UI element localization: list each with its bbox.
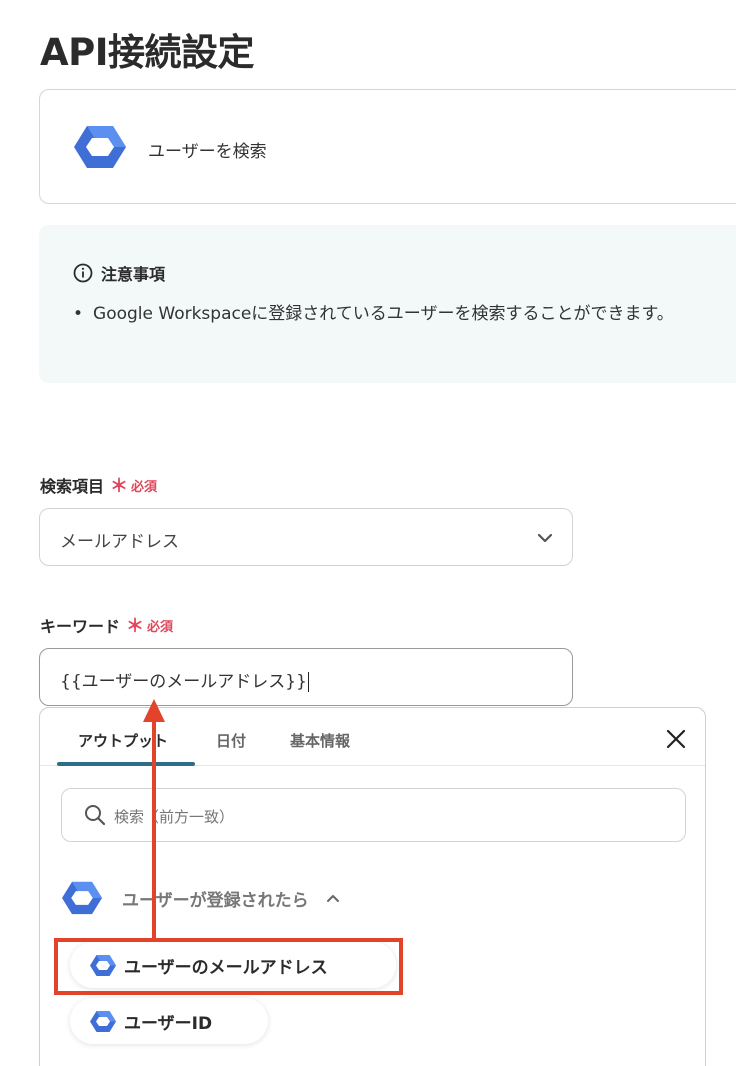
output-panel: アウトプット 日付 基本情報 検索（前方一致） ユーザーが登録されたら ユーザー… (39, 707, 706, 1066)
required-badge: ＊必須 (110, 476, 158, 497)
notice-bullet: • Google Workspaceに登録されているユーザーを検索することができま… (73, 304, 674, 324)
info-icon (73, 263, 93, 283)
action-card[interactable]: ユーザーを検索 (39, 89, 736, 204)
hexagon-logo-icon (74, 126, 126, 168)
keyword-value: {{ユーザーのメールアドレス}} (60, 672, 309, 692)
notice-heading: 注意事項 (73, 261, 165, 285)
action-label: ユーザーを検索 (148, 142, 267, 162)
notice-box: 注意事項 • Google Workspaceに登録されているユーザーを検索するこ… (39, 225, 736, 383)
group-title: ユーザーが登録されたら (122, 890, 309, 911)
annotation-highlight-box (54, 938, 403, 995)
required-badge: ＊必須 (126, 616, 174, 637)
select-value: メールアドレス (60, 532, 179, 552)
keyword-field-label: キーワード ＊必須 (40, 616, 174, 637)
tab-date[interactable]: 日付 (216, 730, 246, 751)
tab-underline (57, 762, 195, 766)
group-header[interactable]: ユーザーが登録されたら (62, 880, 341, 916)
chevron-up-icon (326, 895, 339, 902)
search-field-select[interactable]: メールアドレス (39, 508, 573, 566)
search-icon (85, 805, 106, 826)
page-title: API接続設定 (40, 31, 255, 74)
search-input[interactable]: 検索（前方一致） (61, 788, 686, 842)
tab-basic-info[interactable]: 基本情報 (290, 730, 350, 751)
notice-heading-text: 注意事項 (101, 265, 166, 284)
panel-tabs: アウトプット 日付 基本情報 (40, 708, 705, 766)
hexagon-logo-icon (62, 881, 102, 915)
search-field-label: 検索項目 ＊必須 (40, 476, 158, 497)
output-chip-user-id[interactable]: ユーザーID (70, 998, 268, 1044)
chevron-down-icon (537, 533, 553, 543)
chip-label: ユーザーID (124, 1013, 213, 1034)
hexagon-logo-icon (90, 1010, 116, 1032)
close-icon[interactable] (665, 728, 687, 750)
notice-bullet-text: Google Workspaceに登録されているユーザーを検索することができます… (93, 304, 674, 324)
keyword-input[interactable]: {{ユーザーのメールアドレス}} (39, 648, 573, 706)
tab-output[interactable]: アウトプット (78, 730, 168, 751)
search-placeholder: 検索（前方一致） (114, 808, 235, 826)
